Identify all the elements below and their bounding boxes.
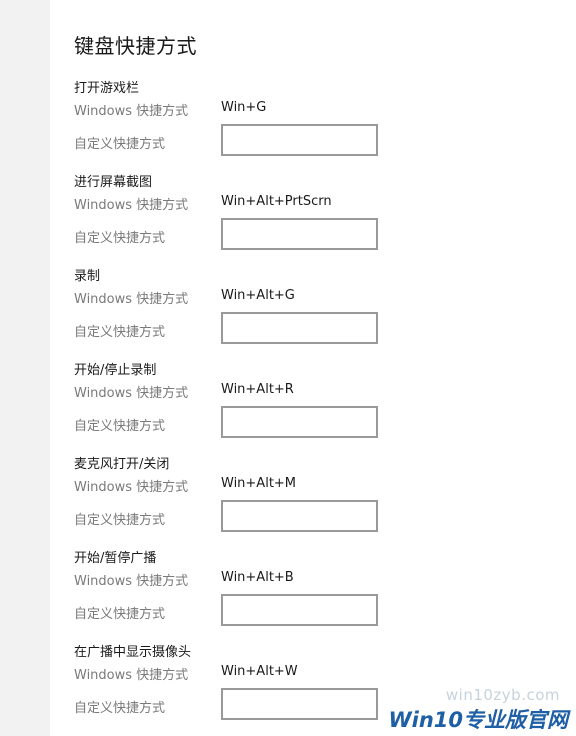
section-title: 开始/暂停广播 — [74, 551, 157, 566]
custom-shortcut-label: 自定义快捷方式 — [74, 701, 166, 716]
custom-shortcut-label: 自定义快捷方式 — [74, 137, 166, 152]
section-record-that: 录制 Windows 快捷方式 Win+Alt+G 自定义快捷方式 — [74, 265, 544, 359]
section-open-game-bar: 打开游戏栏 Windows 快捷方式 Win+G 自定义快捷方式 — [74, 77, 544, 171]
watermark-brand: Win10专业版官网 — [388, 708, 568, 732]
section-title: 打开游戏栏 — [74, 81, 140, 96]
windows-shortcut-label: Windows 快捷方式 — [74, 198, 189, 213]
windows-shortcut-value: Win+Alt+G — [221, 288, 295, 303]
windows-shortcut-value: Win+Alt+R — [221, 382, 294, 397]
custom-shortcut-label: 自定义快捷方式 — [74, 607, 166, 622]
settings-page: 键盘快捷方式 打开游戏栏 Windows 快捷方式 Win+G 自定义快捷方式 … — [0, 0, 576, 736]
custom-shortcut-input[interactable] — [221, 688, 378, 720]
section-start-stop-recording: 开始/停止录制 Windows 快捷方式 Win+Alt+R 自定义快捷方式 — [74, 359, 544, 453]
custom-shortcut-input[interactable] — [221, 218, 378, 250]
windows-shortcut-label: Windows 快捷方式 — [74, 574, 189, 589]
custom-shortcut-label: 自定义快捷方式 — [74, 419, 166, 434]
section-title: 开始/停止录制 — [74, 363, 157, 378]
section-title: 麦克风打开/关闭 — [74, 457, 170, 472]
section-microphone-toggle: 麦克风打开/关闭 Windows 快捷方式 Win+Alt+M 自定义快捷方式 — [74, 453, 544, 547]
windows-shortcut-value: Win+G — [221, 100, 267, 115]
windows-shortcut-value: Win+Alt+B — [221, 570, 294, 585]
section-title: 在广播中显示摄像头 — [74, 645, 192, 660]
page-title: 键盘快捷方式 — [74, 34, 197, 58]
section-title: 录制 — [74, 269, 101, 284]
windows-shortcut-value: Win+Alt+PrtScrn — [221, 194, 332, 209]
windows-shortcut-label: Windows 快捷方式 — [74, 668, 189, 683]
site-watermark: win10zyb.com Win10专业版官网 — [388, 686, 568, 734]
custom-shortcut-label: 自定义快捷方式 — [74, 325, 166, 340]
left-nav-strip — [0, 0, 50, 736]
custom-shortcut-label: 自定义快捷方式 — [74, 513, 166, 528]
windows-shortcut-label: Windows 快捷方式 — [74, 386, 189, 401]
custom-shortcut-input[interactable] — [221, 406, 378, 438]
watermark-url: win10zyb.com — [445, 686, 560, 704]
custom-shortcut-input[interactable] — [221, 124, 378, 156]
custom-shortcut-input[interactable] — [221, 312, 378, 344]
windows-shortcut-label: Windows 快捷方式 — [74, 292, 189, 307]
section-broadcast-toggle: 开始/暂停广播 Windows 快捷方式 Win+Alt+B 自定义快捷方式 — [74, 547, 544, 641]
custom-shortcut-input[interactable] — [221, 500, 378, 532]
windows-shortcut-value: Win+Alt+W — [221, 664, 298, 679]
windows-shortcut-value: Win+Alt+M — [221, 476, 297, 491]
custom-shortcut-label: 自定义快捷方式 — [74, 231, 166, 246]
windows-shortcut-label: Windows 快捷方式 — [74, 104, 189, 119]
windows-shortcut-label: Windows 快捷方式 — [74, 480, 189, 495]
section-screenshot: 进行屏幕截图 Windows 快捷方式 Win+Alt+PrtScrn 自定义快… — [74, 171, 544, 265]
custom-shortcut-input[interactable] — [221, 594, 378, 626]
section-title: 进行屏幕截图 — [74, 175, 153, 190]
